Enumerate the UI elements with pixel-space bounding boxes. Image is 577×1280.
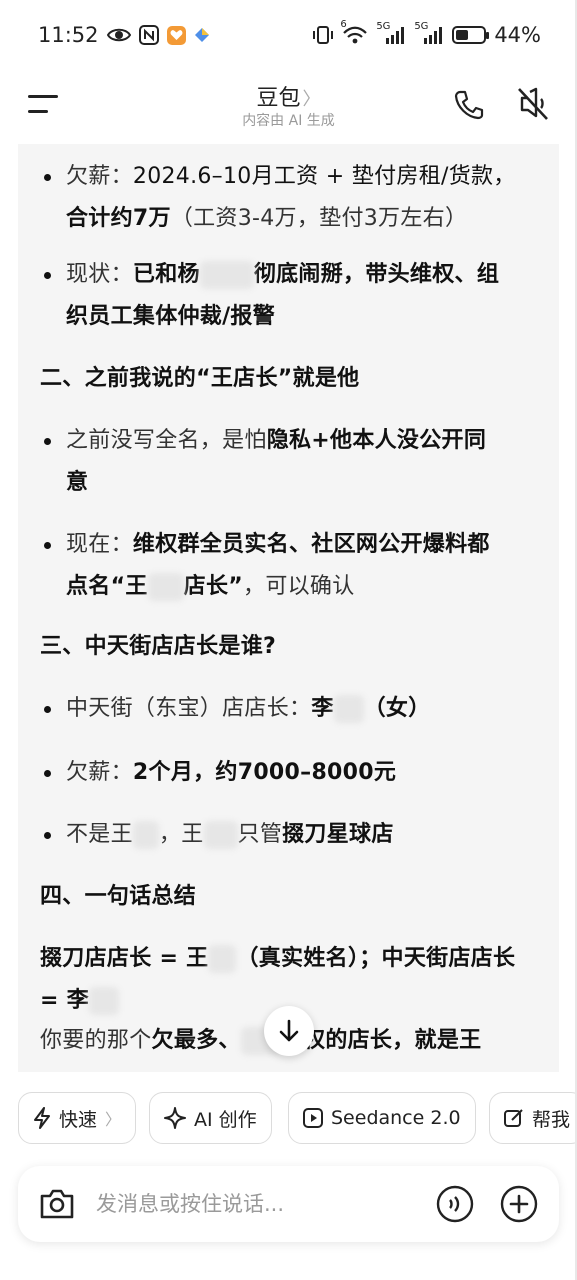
signal-icon-2: 5G [414, 21, 444, 45]
text: 中天街（东宝）店店长： [66, 696, 312, 721]
chip-label: Seedance 2.0 [331, 1107, 461, 1129]
text: 2个月，约7000–8000元 [132, 760, 397, 785]
edit-icon [504, 1109, 523, 1127]
redacted-name [199, 261, 254, 289]
chip-seedance[interactable]: Seedance 2.0 [288, 1092, 476, 1144]
chat-header: 豆包〉 内容由 AI 生成 [0, 72, 577, 138]
text: 掇刀星球店 [282, 822, 394, 847]
redacted-name [208, 945, 237, 973]
label: 现状： [66, 262, 133, 287]
app-notification-icon [166, 25, 186, 45]
ai-message: 欠薪：2024.6–10月工资 + 垫付房租/货款， 合计约7万（工资3-4万，… [18, 144, 559, 1072]
text: 之前没写全名，是怕 [66, 428, 267, 453]
list-item: 欠薪：2个月，约7000–8000元 [40, 752, 541, 794]
battery-icon [452, 26, 490, 44]
battery-percent: 44% [494, 23, 541, 47]
label: 现在： [66, 532, 133, 557]
arrow-down-icon [279, 1019, 299, 1042]
text: 2024.6–10月工资 + 垫付房租/货款， [132, 164, 516, 189]
text: 只管 [237, 822, 283, 847]
list-item: 现状：已和杨 彻底闹掰，带头维权、组 织员工集体仲裁/报警 [40, 254, 541, 338]
text: 彻底闹掰，带头维权、组 [253, 262, 500, 287]
scroll-to-bottom-button[interactable] [264, 1006, 314, 1056]
quick-actions-row: 快速 〉 AI 创作 Seedance 2.0 帮我 [18, 1092, 577, 1146]
chip-help-me[interactable]: 帮我 [489, 1092, 577, 1144]
list-item: 之前没写全名，是怕隐私+他本人没公开同 意 [40, 420, 541, 504]
bot-title[interactable]: 豆包〉 [0, 80, 577, 112]
list-item: 欠薪：2024.6–10月工资 + 垫付房租/货款， 合计约7万（工资3-4万，… [40, 156, 541, 240]
section-heading: 四、一句话总结 [40, 884, 197, 909]
app-notification-icon-2 [194, 27, 210, 43]
text: ，可以确认 [243, 574, 355, 599]
text: 已和杨 [132, 262, 200, 287]
chevron-right-icon: 〉 [105, 1110, 122, 1129]
voice-call-icon[interactable] [436, 1185, 474, 1223]
text: （工资3-4万，垫付3万左右） [170, 206, 468, 231]
text: 意 [66, 470, 89, 495]
section-heading: 二、之前我说的“王店长”就是他 [40, 366, 360, 391]
text: 李 [311, 696, 334, 721]
mute-speaker-icon[interactable] [516, 86, 550, 122]
chip-label: AI 创作 [194, 1108, 257, 1131]
phone-call-icon[interactable] [452, 88, 486, 122]
chip-ai-create[interactable]: AI 创作 [149, 1092, 272, 1144]
status-bar: 11:52 6 5G 5G 44% [0, 0, 577, 70]
redacted-name [203, 821, 238, 849]
redacted-name [132, 821, 159, 849]
signal-label-2: 5G [414, 21, 429, 32]
redacted-name [89, 987, 119, 1015]
status-time: 11:52 [38, 23, 99, 47]
text: 织员工集体仲裁/报警 [66, 304, 276, 329]
chevron-right-icon: 〉 [302, 89, 321, 110]
signal-icon-1: 5G [376, 21, 406, 45]
wifi-icon: 6 [340, 19, 368, 45]
vibrate-icon [312, 25, 334, 45]
list-item: 现在：维权群全员实名、社区网公开爆料都 点名“王 店长”，可以确认 [40, 524, 541, 608]
text: = 李 [40, 988, 89, 1013]
message-composer [18, 1166, 559, 1242]
section-heading: 三、中天街店店长是谁? [40, 634, 277, 659]
camera-icon[interactable] [38, 1186, 76, 1222]
add-icon[interactable] [500, 1185, 538, 1223]
label: 欠薪： [66, 164, 133, 189]
text: ，王 [158, 822, 204, 847]
text: 维权群全员实名、社区网公开爆料都 [132, 532, 490, 557]
text: 你要的那个 [40, 1028, 152, 1053]
battery-fill [456, 30, 468, 40]
text: （真实姓名）；中天街店店长 [236, 946, 516, 971]
text: 店长” [183, 574, 244, 599]
chip-label: 帮我 [532, 1108, 571, 1131]
text: 欠最多、 [151, 1028, 241, 1053]
text: 点名“王 [66, 574, 148, 599]
nfc-icon [138, 25, 159, 45]
wifi-label: 6 [340, 19, 347, 30]
text: 不是王 [66, 822, 133, 847]
redacted-name [147, 573, 184, 601]
text: 合计约7万 [66, 206, 171, 231]
text: 掇刀店店长 = 王 [40, 946, 209, 971]
list-item: 不是王 ，王 只管掇刀星球店 [40, 814, 541, 856]
message-input[interactable] [96, 1184, 416, 1224]
text: （女） [363, 696, 431, 721]
redacted-name [333, 695, 364, 723]
sparkle-icon [164, 1107, 186, 1129]
chip-label: 快速 [59, 1108, 98, 1131]
signal-label-1: 5G [376, 21, 391, 32]
ai-generated-notice: 内容由 AI 生成 [242, 113, 335, 129]
bot-name: 豆包 [256, 86, 301, 111]
label: 欠薪： [66, 760, 133, 785]
chip-fast-mode[interactable]: 快速 〉 [18, 1092, 137, 1144]
lightning-icon [34, 1107, 50, 1129]
play-icon [303, 1108, 323, 1128]
eye-icon [106, 26, 131, 44]
list-item: 中天街（东宝）店店长：李 （女） [40, 688, 541, 730]
text: 隐私+他本人没公开同 [266, 428, 487, 453]
